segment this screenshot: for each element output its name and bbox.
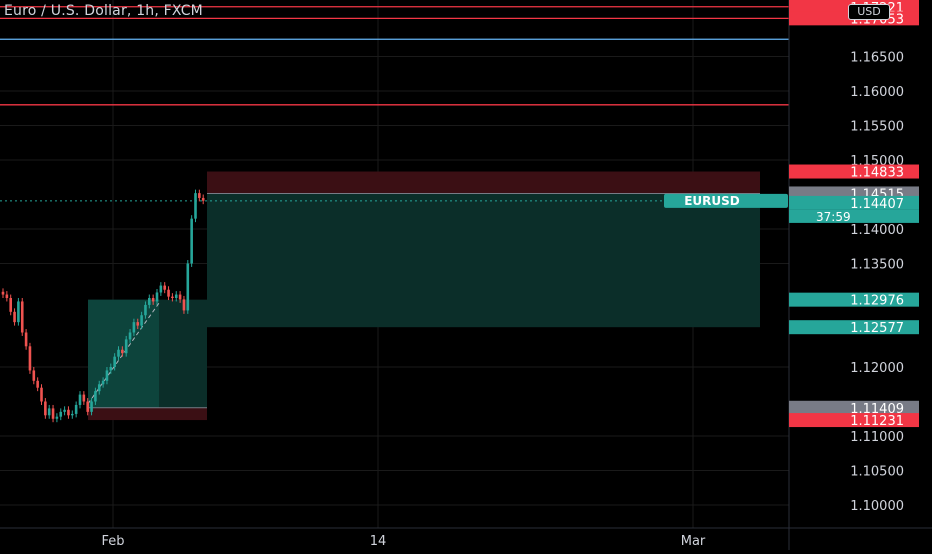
candle-body <box>186 263 190 311</box>
candle-body <box>13 311 16 323</box>
candle-body <box>140 315 143 326</box>
candle-body <box>17 301 20 323</box>
candle-body <box>1 291 5 295</box>
candle-body <box>151 298 155 302</box>
candle-body <box>94 391 97 402</box>
chart-area[interactable]: EURUSD 1.16500 1.16000 1.15500 1.15000 1.1400… <box>0 0 932 550</box>
candle-body <box>113 356 116 367</box>
price-tick-label: 1.13500 <box>850 258 904 273</box>
price-tag-label: 1.12976 <box>850 294 904 309</box>
candle-body <box>101 380 105 385</box>
candle-body <box>24 332 28 347</box>
candle-body <box>128 332 132 340</box>
candle-body <box>198 193 201 198</box>
candle-body <box>55 416 59 419</box>
candle-body <box>86 401 89 412</box>
candle-body <box>20 301 24 333</box>
candle-body <box>155 292 159 302</box>
candle-body <box>32 370 36 381</box>
candle-body <box>144 304 147 316</box>
candle-body <box>82 394 86 402</box>
candle-body <box>136 322 140 326</box>
candle-body <box>194 193 197 219</box>
candle-body <box>71 413 74 416</box>
candle-body <box>59 411 63 417</box>
candle-body <box>63 409 66 412</box>
symbol-tag-label: EURUSD <box>684 194 740 208</box>
price-tick-label: 1.14000 <box>850 223 904 238</box>
candle-body <box>167 289 170 297</box>
price-chart[interactable]: EURUSD1.165001.160001.155001.150001.1400… <box>0 0 932 550</box>
candle-body <box>67 409 70 416</box>
long-target-filled <box>88 299 159 408</box>
candle-body <box>78 394 82 405</box>
candle-body <box>74 404 78 414</box>
short-target-zone[interactable] <box>207 193 760 328</box>
price-tag-label: 1.11231 <box>850 414 904 429</box>
countdown-tag <box>789 209 919 223</box>
candle-body <box>132 322 136 333</box>
candle-body <box>40 387 43 402</box>
candle-body <box>109 367 113 371</box>
price-tick-label: 1.11000 <box>850 430 904 445</box>
candle-body <box>121 349 124 354</box>
candle-body <box>182 299 186 311</box>
candle-body <box>9 298 12 312</box>
candle-body <box>201 197 205 201</box>
candle-body <box>36 380 39 388</box>
candle-body <box>163 285 166 290</box>
candle-body <box>5 294 9 298</box>
time-axis-label: 14 <box>370 534 387 549</box>
countdown-label: 37:59 <box>816 210 851 224</box>
candle-body <box>148 298 151 305</box>
price-tag-label: 1.12577 <box>850 321 904 336</box>
price-tick-label: 1.10000 <box>850 499 904 514</box>
price-tick-label: 1.10500 <box>850 465 904 480</box>
price-tick-label: 1.15500 <box>850 120 904 135</box>
long-stop-zone[interactable] <box>88 407 207 421</box>
candle-body <box>178 294 182 300</box>
candle-body <box>117 349 120 357</box>
price-tag-label: 1.14407 <box>850 197 904 212</box>
price-tick-label: 1.12000 <box>850 361 904 376</box>
price-tick-label: 1.16500 <box>850 51 904 66</box>
candle-body <box>171 296 174 298</box>
short-stop-zone[interactable] <box>207 171 760 194</box>
time-axis-label: Mar <box>681 534 706 549</box>
candle-body <box>124 339 128 354</box>
candle-body <box>159 285 163 293</box>
currency-label[interactable]: USD <box>848 4 890 20</box>
candle-body <box>44 401 47 416</box>
candle-body <box>28 346 32 371</box>
candle-body <box>90 401 93 412</box>
candle-body <box>51 408 55 419</box>
symbol-title: Euro / U.S. Dollar, 1h, FXCM <box>4 3 203 19</box>
candle-body <box>97 384 101 392</box>
candle-body <box>47 408 51 416</box>
price-tag-label: 1.14833 <box>850 166 904 181</box>
price-tick-label: 1.16000 <box>850 85 904 100</box>
candle-body <box>190 218 193 264</box>
candle-body <box>105 370 109 381</box>
time-axis-label: Feb <box>101 534 124 549</box>
candle-body <box>174 294 178 298</box>
